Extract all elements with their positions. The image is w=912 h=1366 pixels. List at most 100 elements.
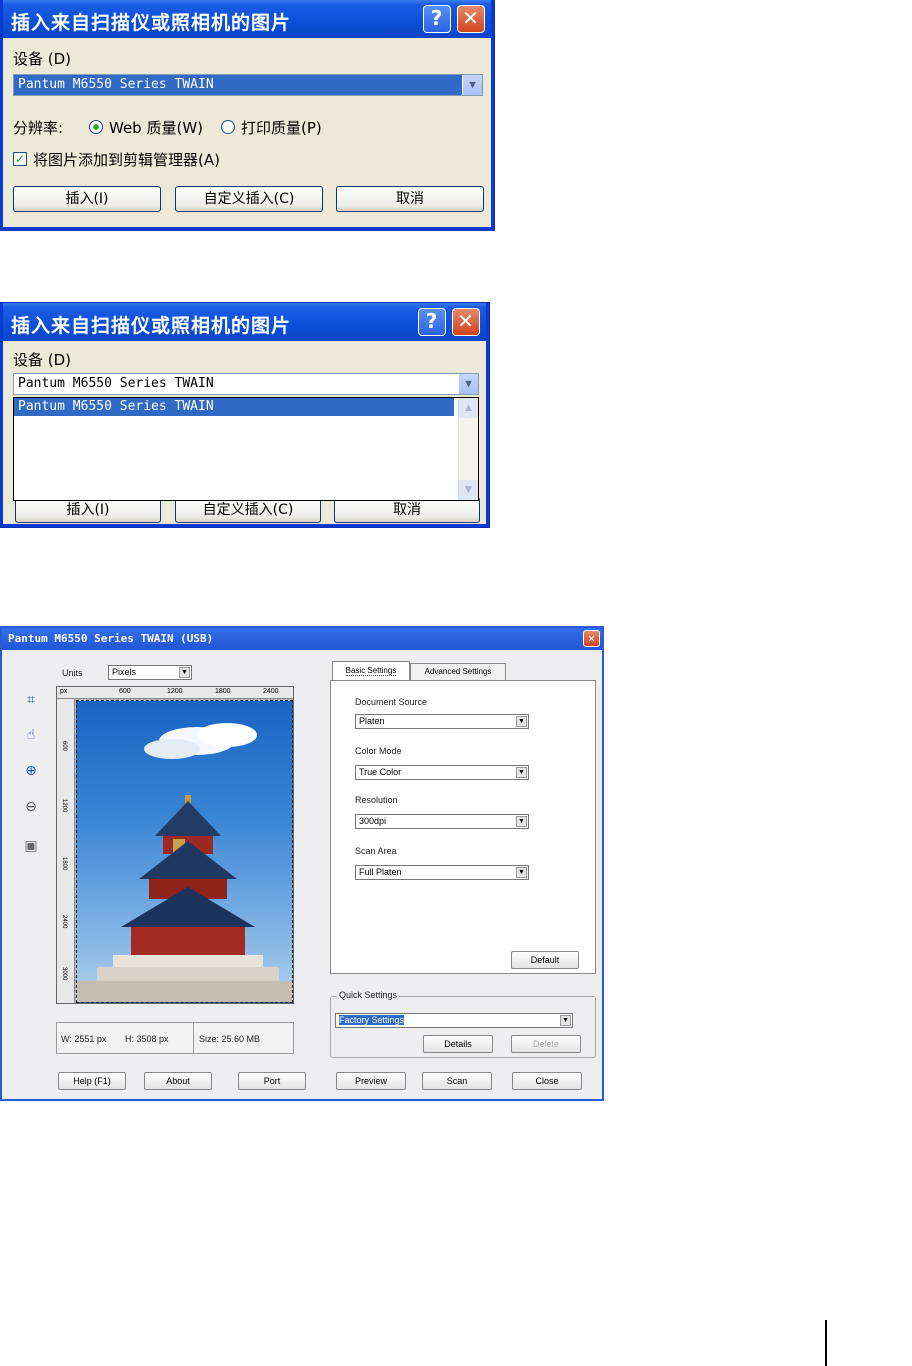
scrollbar[interactable]: ▲ ▼: [458, 398, 478, 500]
device-label: 设备 (D): [13, 50, 72, 68]
device-dropdown-list[interactable]: Pantum M6550 Series TWAIN ▲ ▼: [13, 397, 479, 501]
device-select[interactable]: Pantum M6550 Series TWAIN ▼: [13, 74, 483, 96]
scanned-image[interactable]: [76, 700, 293, 1003]
help-icon[interactable]: ?: [418, 308, 446, 336]
device-label: 设备 (D): [13, 351, 72, 369]
page-edge-line: [825, 1320, 827, 1366]
temple-picture: [77, 723, 292, 1002]
help-button[interactable]: Help (F1): [58, 1072, 126, 1090]
dialog-title-bar: 插入来自扫描仪或照相机的图片 ? ✕: [3, 0, 491, 38]
document-source-value: Platen: [359, 716, 385, 726]
document-source-select[interactable]: Platen ▼: [355, 714, 529, 729]
ruler-tick: 1200: [61, 799, 67, 813]
scanner-title-bar: Pantum M6550 Series TWAIN (USB) ✕: [2, 628, 602, 650]
chevron-down-icon[interactable]: ▼: [560, 1015, 571, 1026]
tab-label: Basic Settings: [345, 666, 397, 676]
ruler-tick: 600: [119, 688, 131, 695]
device-select-value: Pantum M6550 Series TWAIN: [18, 77, 214, 92]
web-quality-radio[interactable]: [89, 120, 103, 134]
color-mode-value: True Color: [359, 767, 402, 777]
details-button[interactable]: Details: [423, 1035, 493, 1053]
camera-icon[interactable]: ▣: [22, 837, 40, 855]
ruler-tick: 2400: [61, 915, 67, 929]
quick-settings-label: Quick Settings: [337, 990, 400, 1000]
image-info-bar: W: 2551 px H: 3508 px Size: 25.60 MB: [56, 1022, 294, 1054]
dialog-title-bar: 插入来自扫描仪或照相机的图片 ? ✕: [3, 303, 486, 341]
scan-area-label: Scan Area: [355, 846, 397, 856]
ruler-tick: 1800: [61, 857, 67, 871]
close-button[interactable]: Close: [512, 1072, 582, 1090]
hand-icon[interactable]: ☝: [22, 726, 40, 744]
twain-scanner-window: Pantum M6550 Series TWAIN (USB) ✕ Units …: [0, 626, 604, 1101]
chevron-down-icon[interactable]: ▼: [462, 75, 482, 95]
info-divider: [193, 1023, 194, 1053]
horizontal-ruler: px 600 1200 1800 2400: [57, 687, 293, 699]
delete-button[interactable]: Delete: [511, 1035, 581, 1053]
quick-settings-group: Quick Settings Factory Settings ▼ Detail…: [330, 990, 596, 1058]
scanner-title: Pantum M6550 Series TWAIN (USB): [8, 632, 214, 645]
preview-button[interactable]: Preview: [336, 1072, 406, 1090]
close-icon[interactable]: ✕: [457, 5, 485, 33]
print-quality-radio[interactable]: [221, 120, 235, 134]
color-mode-label: Color Mode: [355, 746, 402, 756]
chevron-down-icon[interactable]: ▼: [516, 716, 527, 727]
crop-icon[interactable]: ⌗: [22, 691, 40, 709]
document-source-label: Document Source: [355, 697, 428, 707]
units-label: Units: [62, 668, 83, 678]
height-readout: H: 3508 px: [125, 1034, 169, 1044]
list-item[interactable]: Pantum M6550 Series TWAIN: [14, 398, 454, 416]
ruler-tick: 3000: [61, 967, 67, 981]
dialog-title: 插入来自扫描仪或照相机的图片: [11, 12, 292, 34]
chevron-down-icon[interactable]: ▼: [516, 867, 527, 878]
scroll-down-icon[interactable]: ▼: [459, 480, 478, 500]
help-icon[interactable]: ?: [423, 5, 451, 33]
resolution-value: 300dpi: [359, 816, 387, 826]
scan-button[interactable]: Scan: [422, 1072, 492, 1090]
chevron-down-icon[interactable]: ▼: [179, 667, 190, 678]
basic-settings-panel: Document Source Platen ▼ Color Mode True…: [330, 680, 596, 974]
custom-insert-button[interactable]: 自定义插入(C): [175, 186, 323, 212]
vertical-ruler: 600 1200 1800 2400 3000: [57, 699, 75, 1003]
size-readout: Size: 25.60 MB: [199, 1034, 261, 1044]
zoom-out-icon[interactable]: ⊖: [22, 798, 40, 816]
chevron-down-icon[interactable]: ▼: [516, 816, 527, 827]
insert-button[interactable]: 插入(I): [13, 186, 161, 212]
units-select-value: Pixels: [112, 667, 137, 677]
close-icon[interactable]: ✕: [452, 308, 480, 336]
preview-panel[interactable]: px 600 1200 1800 2400 600 1200 1800 2400…: [56, 686, 294, 1004]
zoom-in-icon[interactable]: ⊕: [22, 762, 40, 780]
default-button[interactable]: Default: [511, 951, 579, 969]
cancel-button[interactable]: 取消: [336, 186, 484, 212]
quick-settings-value: Factory Settings: [339, 1015, 405, 1025]
scan-area-value: Full Platen: [359, 867, 402, 877]
ruler-unit: px: [60, 688, 68, 695]
scroll-up-icon[interactable]: ▲: [459, 398, 478, 418]
quick-settings-select[interactable]: Factory Settings ▼: [335, 1013, 573, 1028]
tab-basic-settings[interactable]: Basic Settings: [332, 661, 410, 680]
close-icon[interactable]: ✕: [583, 630, 600, 647]
color-mode-select[interactable]: True Color ▼: [355, 765, 529, 780]
add-to-organizer-checkbox[interactable]: ✓: [13, 152, 27, 166]
port-button[interactable]: Port: [238, 1072, 306, 1090]
device-select-value: Pantum M6550 Series TWAIN: [18, 376, 214, 391]
ruler-tick: 1800: [215, 688, 231, 695]
device-select[interactable]: Pantum M6550 Series TWAIN ▼: [13, 373, 479, 395]
add-to-organizer-label: 将图片添加到剪辑管理器(A): [33, 151, 220, 169]
scan-area-select[interactable]: Full Platen ▼: [355, 865, 529, 880]
units-select[interactable]: Pixels ▼: [108, 665, 192, 680]
web-quality-label: Web 质量(W): [109, 119, 204, 137]
insert-picture-dialog-1: 插入来自扫描仪或照相机的图片 ? ✕ 设备 (D) Pantum M6550 S…: [0, 0, 494, 230]
ruler-tick: 600: [61, 741, 67, 752]
chevron-down-icon[interactable]: ▼: [458, 374, 478, 394]
chevron-down-icon[interactable]: ▼: [516, 767, 527, 778]
width-readout: W: 2551 px: [61, 1034, 107, 1044]
resolution-select[interactable]: 300dpi ▼: [355, 814, 529, 829]
print-quality-label: 打印质量(P): [241, 119, 322, 137]
about-button[interactable]: About: [144, 1072, 212, 1090]
tab-label: Advanced Settings: [424, 667, 492, 676]
ruler-tick: 2400: [263, 688, 279, 695]
resolution-label: Resolution: [355, 795, 398, 805]
tab-advanced-settings[interactable]: Advanced Settings: [410, 663, 506, 680]
insert-picture-dialog-2: 插入来自扫描仪或照相机的图片 ? ✕ 设备 (D) 插入(I) 自定义插入(C)…: [0, 303, 489, 527]
resolution-label: 分辨率:: [13, 119, 64, 137]
